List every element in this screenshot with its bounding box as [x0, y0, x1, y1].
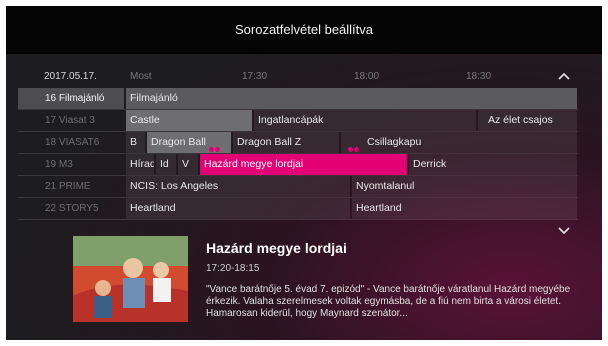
- program-cell[interactable]: Ingatlancápák: [254, 110, 476, 131]
- channel-row: 22 STORY5 Heartland Heartland: [18, 198, 578, 220]
- program-cell[interactable]: Az élet csajos: [478, 110, 577, 131]
- program-cell[interactable]: Csillagkapu: [341, 132, 577, 153]
- channel-row: 21 PRIME NCIS: Los Angeles Nyomtalanul: [18, 176, 578, 198]
- program-cell[interactable]: Derrick: [409, 154, 577, 175]
- program-time: 17:20-18:15: [206, 263, 260, 274]
- record-icon: [208, 139, 225, 153]
- program-cell[interactable]: Dragon Ball: [147, 132, 231, 153]
- time-1800: 18:00: [354, 71, 380, 82]
- program-cell[interactable]: Dragon Ball Z: [233, 132, 339, 153]
- time-1830: 18:30: [466, 71, 492, 82]
- time-bar: 2017.05.17. Most 17:30 18:00 18:30: [18, 66, 578, 88]
- channel-row: 18 VIASAT6 B Dragon Ball Dragon Ball Z C…: [18, 132, 578, 154]
- channel-name[interactable]: 18 VIASAT6: [18, 132, 124, 153]
- program-cell[interactable]: Heartland: [352, 198, 577, 219]
- program-cell[interactable]: Nyomtalanul: [352, 176, 577, 197]
- channel-row: 17 Viasat 3 Castle Ingatlancápák Az élet…: [18, 110, 578, 132]
- program-cell[interactable]: Hírad: [126, 154, 154, 175]
- channel-row: 19 M3 Hírad Id V Hazárd megye lordjai De…: [18, 154, 578, 176]
- channel-name[interactable]: 16 Filmajánló: [18, 88, 124, 109]
- channel-name[interactable]: 17 Viasat 3: [18, 110, 124, 131]
- program-cell[interactable]: B: [126, 132, 145, 153]
- banner-title: Sorozatfelvétel beállítva: [234, 22, 374, 37]
- program-cell[interactable]: Filmajánló: [126, 88, 577, 109]
- program-cell[interactable]: NCIS: Los Angeles: [126, 176, 350, 197]
- chevron-up-icon[interactable]: [558, 71, 570, 83]
- program-cell[interactable]: V: [178, 154, 198, 175]
- time-1730: 17:30: [242, 71, 268, 82]
- time-now: Most: [130, 71, 152, 82]
- program-description: "Vance barátnője 5. évad 7. epizód" - Va…: [206, 284, 571, 319]
- program-title: Dragon Ball: [151, 136, 206, 148]
- program-thumbnail: [73, 236, 188, 322]
- program-title: Csillagkapu: [367, 136, 422, 148]
- program-cell[interactable]: Heartland: [126, 198, 350, 219]
- program-title: Hazárd megye lordjai: [206, 240, 347, 256]
- notification-banner: Sorozatfelvétel beállítva: [6, 6, 602, 54]
- program-cell[interactable]: Id: [156, 154, 176, 175]
- channel-row: 16 Filmajánló Filmajánló: [18, 88, 578, 110]
- date-label: 2017.05.17.: [44, 71, 97, 82]
- tv-guide-screen: Sorozatfelvétel beállítva 2017.05.17. Mo…: [6, 6, 602, 340]
- channel-name[interactable]: 19 M3: [18, 154, 124, 175]
- channel-name[interactable]: 21 PRIME: [18, 176, 124, 197]
- program-cell[interactable]: Castle: [126, 110, 252, 131]
- record-icon: [348, 139, 364, 153]
- channel-name[interactable]: 22 STORY5: [18, 198, 124, 219]
- program-cell-selected[interactable]: Hazárd megye lordjai: [200, 154, 407, 175]
- program-detail: Hazárd megye lordjai 17:20-18:15 "Vance …: [6, 234, 602, 340]
